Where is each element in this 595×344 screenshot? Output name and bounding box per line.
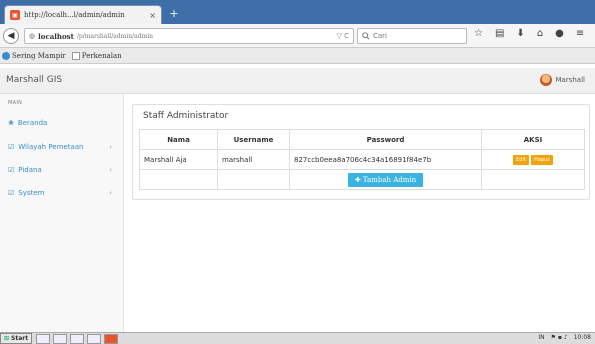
chevron-left-icon: ‹ — [109, 143, 112, 151]
edit-icon: ☑ — [8, 166, 15, 174]
cell-add: ✚ Tambah Admin — [289, 169, 482, 190]
download-icon[interactable]: ⬇ — [516, 28, 524, 44]
menu-icon[interactable]: ≡ — [576, 28, 584, 44]
chevron-left-icon: ‹ — [109, 189, 112, 197]
app-header: Marshall GIS Marshall — [0, 68, 595, 94]
tab-title: http://localh...l/admin/admin — [24, 11, 125, 19]
taskbar-app-icon[interactable] — [36, 333, 51, 344]
table-header-row: Nama Username Password AKSI — [139, 129, 585, 150]
tab-close-icon[interactable]: × — [149, 11, 156, 20]
reload-icon[interactable]: ▽ C — [337, 32, 350, 40]
system-tray: IN ⚑ ▪ ♪ 10:08 — [538, 334, 591, 341]
sidebar-section-label: MAIN — [8, 100, 23, 106]
sidebar-item-pidana[interactable]: ☑ Pidana ‹ — [8, 163, 118, 177]
delete-button[interactable]: Hapus — [531, 154, 553, 165]
brand-title[interactable]: Marshall GIS — [6, 75, 62, 85]
bookmark-globe-icon — [2, 51, 10, 60]
search-placeholder: Cari — [373, 32, 387, 40]
os-taskbar: ⊞ Start IN ⚑ ▪ ♪ 10:08 — [0, 332, 595, 344]
edit-button[interactable]: Edit — [513, 154, 529, 165]
add-admin-button[interactable]: ✚ Tambah Admin — [347, 172, 424, 187]
plus-icon: ✚ — [354, 175, 361, 184]
admin-table: Nama Username Password AKSI Marshall Aja… — [139, 129, 585, 190]
browser-tab[interactable]: ▣ http://localh...l/admin/admin × — [4, 5, 162, 24]
page-title: Staff Administrator — [143, 111, 229, 121]
sidebar-item-wilayah-pemetaan[interactable]: ☑ Wilayah Pemetaan ‹ — [8, 140, 118, 154]
start-button[interactable]: ⊞ Start — [0, 333, 33, 344]
taskbar-app-icon[interactable] — [70, 333, 85, 344]
staff-admin-panel: Staff Administrator Nama Username Passwo… — [132, 104, 590, 200]
windows-logo-icon: ⊞ — [4, 335, 10, 342]
url-path: /p/marshall/admin/admin — [76, 32, 154, 40]
globe-icon: ◍ — [29, 32, 36, 40]
taskbar-apps — [36, 333, 119, 344]
taskbar-browser-icon[interactable] — [104, 333, 119, 344]
edit-icon: ☑ — [8, 189, 15, 197]
bookmarks-bar: Sering Mampir Perkenalan — [0, 48, 595, 64]
site-favicon-icon: ▣ — [10, 10, 20, 20]
browser-tab-strip: ▣ http://localh...l/admin/admin × + — [0, 0, 595, 24]
taskbar-app-icon[interactable] — [53, 333, 68, 344]
dashboard-icon: ❀ — [8, 119, 14, 127]
sidebar-item-beranda[interactable]: ❀ Beranda — [8, 116, 118, 130]
chat-icon[interactable]: ● — [555, 28, 564, 44]
edit-icon: ☑ — [8, 143, 15, 151]
sidebar-item-system[interactable]: ☑ System ‹ — [8, 186, 118, 200]
search-input[interactable]: Cari — [357, 28, 467, 44]
clipboard-icon[interactable]: ▤ — [495, 28, 504, 44]
search-icon — [362, 32, 370, 40]
cell-nama: Marshall Aja — [139, 149, 218, 170]
chevron-left-icon: ‹ — [109, 166, 112, 174]
avatar — [539, 74, 552, 86]
bookmark-page-icon — [71, 51, 80, 60]
back-button[interactable]: ◀ — [3, 28, 19, 44]
table-row: Marshall Aja marshall 827ccb0eea8a706c4c… — [139, 149, 585, 170]
star-icon[interactable]: ☆ — [474, 28, 483, 44]
cell-aksi: Edit Hapus — [481, 149, 585, 170]
col-header-password: Password — [289, 129, 482, 150]
col-header-aksi: AKSI — [481, 129, 585, 150]
user-menu[interactable]: Marshall — [539, 74, 585, 86]
user-name: Marshall — [555, 76, 585, 84]
sidebar: MAIN ❀ Beranda ☑ Wilayah Pemetaan ‹ ☑ Pi… — [0, 94, 124, 332]
new-tab-button[interactable]: + — [166, 7, 182, 21]
cell-password: 827ccb0eea8a706c4c34a16891f84e7b — [289, 149, 482, 170]
url-host: localhost — [38, 31, 74, 41]
bookmark-item[interactable]: Perkenalan — [71, 51, 122, 60]
col-header-nama: Nama — [139, 129, 218, 150]
browser-toolbar-icons: ☆ ▤ ⬇ ⌂ ● ≡ — [474, 28, 584, 44]
cell-username: marshall — [217, 149, 290, 170]
taskbar-app-icon[interactable] — [87, 333, 102, 344]
home-icon[interactable]: ⌂ — [537, 28, 543, 44]
table-row-actions: ✚ Tambah Admin — [139, 169, 585, 190]
col-header-username: Username — [217, 129, 290, 150]
tray-icons: ⚑ ▪ ♪ — [550, 334, 568, 341]
language-indicator[interactable]: IN — [538, 334, 544, 341]
clock: 10:08 — [573, 334, 591, 341]
browser-nav-bar: ◀ ◍ localhost/p/marshall/admin/admin ▽ C… — [0, 24, 595, 48]
bookmark-item[interactable]: Sering Mampir — [2, 51, 66, 60]
url-bar[interactable]: ◍ localhost/p/marshall/admin/admin ▽ C — [24, 28, 354, 44]
